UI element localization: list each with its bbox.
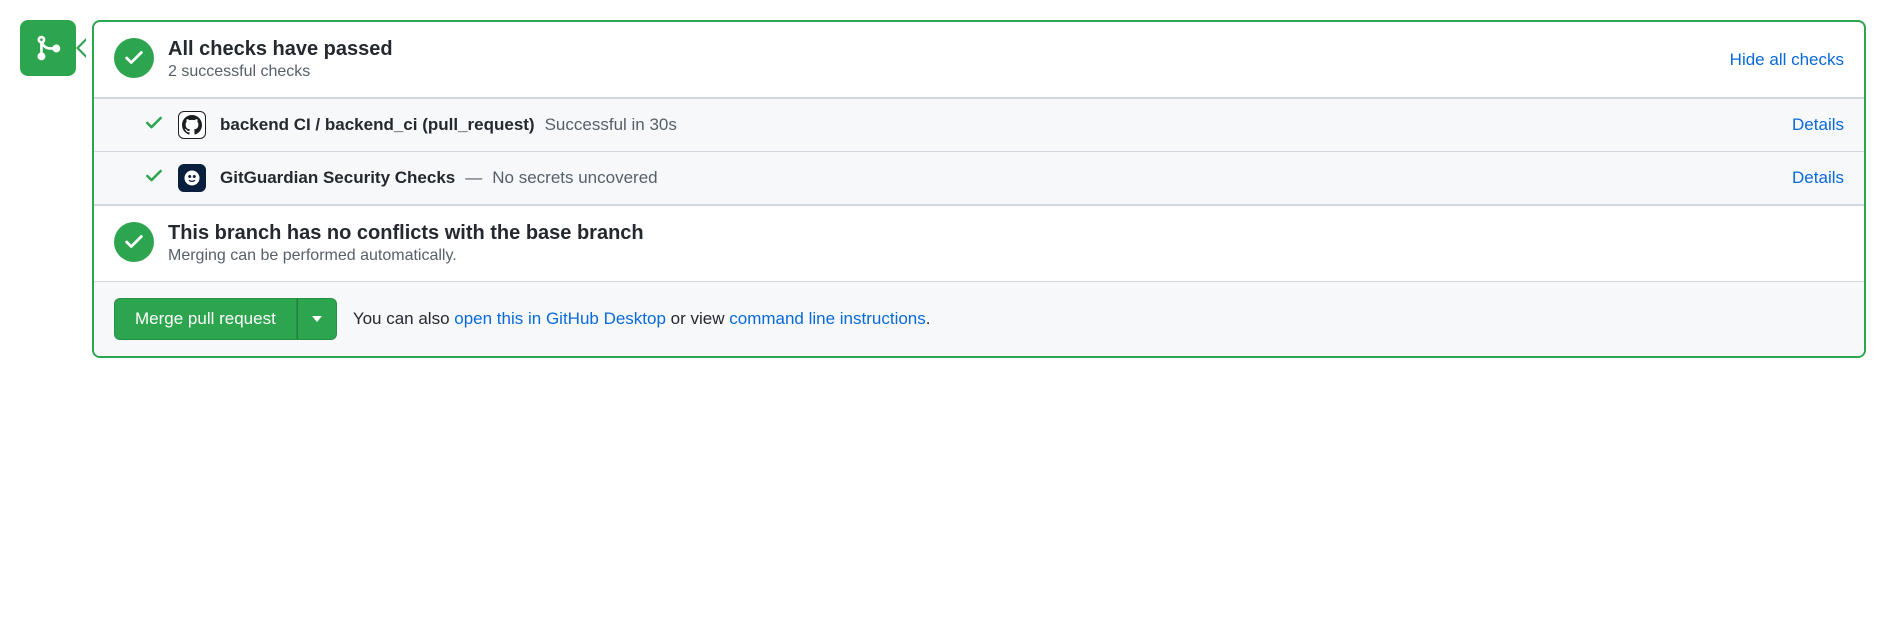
check-row: GitGuardian Security Checks — No secrets… (94, 152, 1864, 205)
conflicts-subtitle: Merging can be performed automatically. (168, 247, 1844, 265)
check-pass-icon (144, 113, 164, 138)
merge-pull-request-button[interactable]: Merge pull request (114, 298, 297, 340)
checks-title: All checks have passed (168, 38, 1716, 61)
footer-suffix: . (926, 309, 931, 328)
caret-down-icon (312, 316, 322, 322)
github-icon (178, 111, 206, 139)
checks-list: backend CI / backend_ci (pull_request) S… (94, 98, 1864, 205)
check-pass-icon (144, 166, 164, 191)
checks-subtitle: 2 successful checks (168, 63, 1716, 81)
merge-button-group: Merge pull request (114, 298, 337, 340)
hide-checks-link[interactable]: Hide all checks (1730, 50, 1844, 70)
check-name: backend CI / backend_ci (pull_request) (220, 115, 535, 135)
merge-options-dropdown[interactable] (297, 298, 337, 340)
check-name: GitGuardian Security Checks (220, 168, 455, 188)
checks-summary-section: All checks have passed 2 successful chec… (94, 22, 1864, 98)
merge-status-box: All checks have passed 2 successful chec… (92, 20, 1866, 358)
gitguardian-icon (178, 164, 206, 192)
footer-middle: or view (666, 309, 729, 328)
merge-timeline-icon (20, 20, 76, 76)
success-check-icon (114, 38, 154, 78)
check-row: backend CI / backend_ci (pull_request) S… (94, 98, 1864, 152)
check-status: No secrets uncovered (492, 168, 657, 188)
check-details-link[interactable]: Details (1792, 168, 1844, 188)
command-line-link[interactable]: command line instructions (729, 309, 926, 328)
check-status: Successful in 30s (545, 115, 677, 135)
success-check-icon (114, 222, 154, 262)
merge-footer: Merge pull request You can also open thi… (94, 281, 1864, 356)
open-desktop-link[interactable]: open this in GitHub Desktop (454, 309, 666, 328)
merge-footer-text: You can also open this in GitHub Desktop… (353, 309, 931, 329)
check-details-link[interactable]: Details (1792, 115, 1844, 135)
conflicts-title: This branch has no conflicts with the ba… (168, 222, 1844, 245)
footer-prefix: You can also (353, 309, 454, 328)
conflicts-section: This branch has no conflicts with the ba… (94, 205, 1864, 281)
check-separator: — (465, 168, 482, 188)
